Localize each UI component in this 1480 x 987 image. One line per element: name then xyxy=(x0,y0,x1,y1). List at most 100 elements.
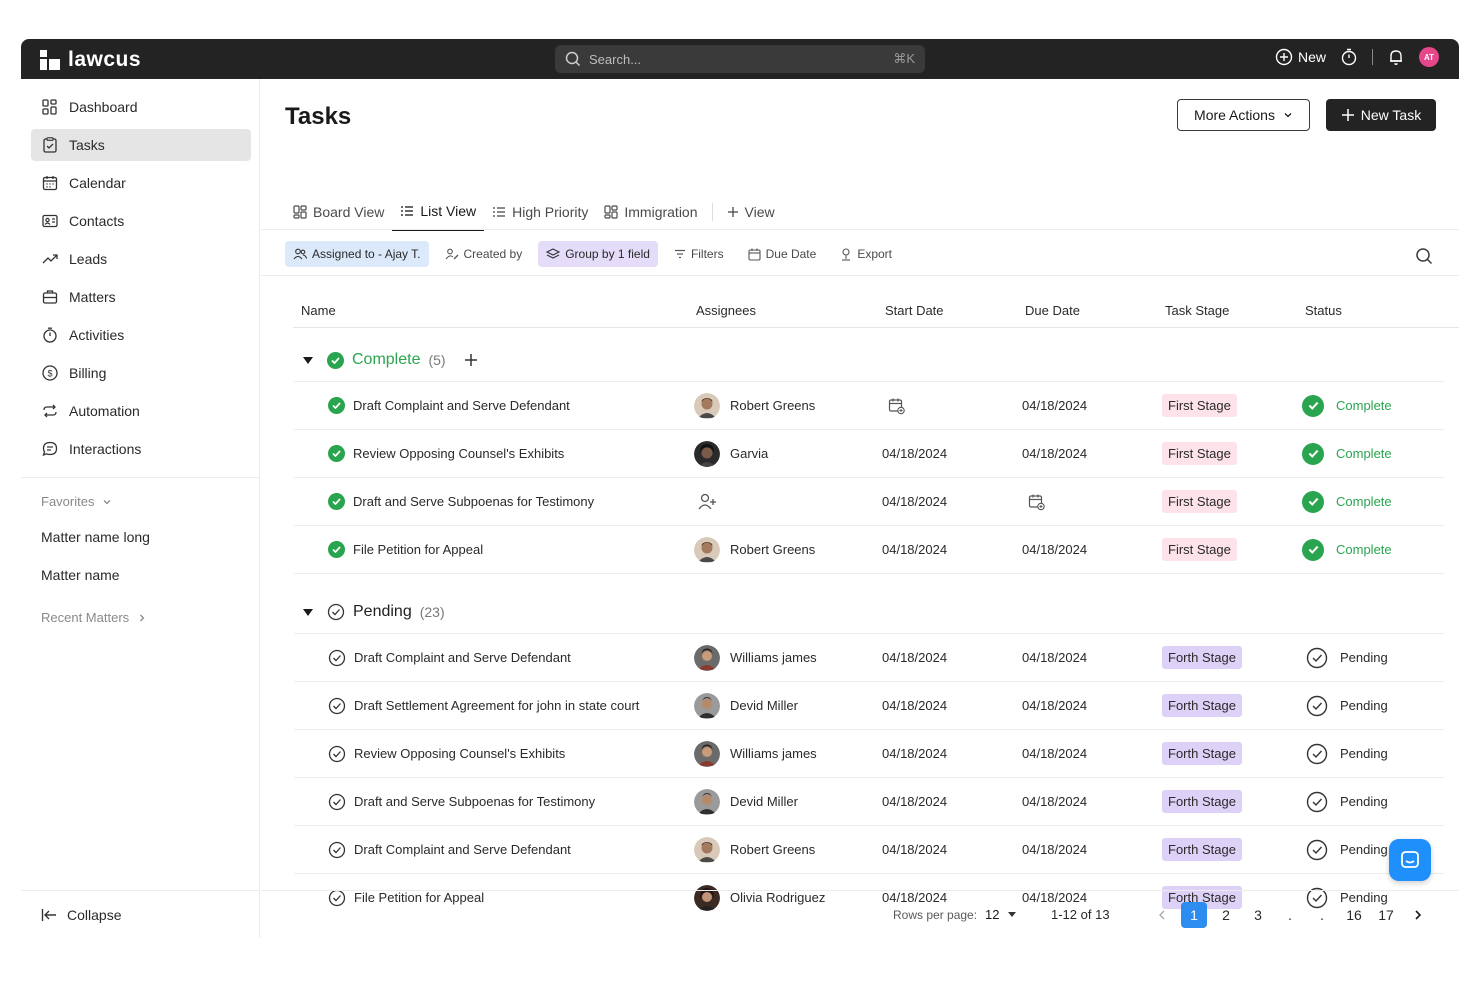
task-name[interactable]: Review Opposing Counsel's Exhibits xyxy=(353,446,564,461)
due-date-cell[interactable]: 04/18/2024 xyxy=(1022,730,1087,777)
export-button[interactable]: Export xyxy=(832,241,900,267)
tab-board-view[interactable]: Board View xyxy=(285,193,392,231)
global-search-input[interactable]: Search... ⌘K xyxy=(555,45,925,73)
group-header-pending[interactable]: Pending (23) xyxy=(303,600,445,624)
status-cell[interactable]: Pending xyxy=(1306,826,1388,873)
created-by-filter[interactable]: Created by xyxy=(437,241,531,267)
timer-icon[interactable] xyxy=(1340,48,1358,66)
start-date-cell[interactable]: 04/18/2024 xyxy=(882,826,947,873)
status-cell[interactable]: Pending xyxy=(1306,682,1388,729)
search-icon[interactable] xyxy=(1415,247,1433,265)
check-circle-icon[interactable] xyxy=(328,397,345,414)
table-row[interactable]: Review Opposing Counsel's Exhibits Garvi… xyxy=(294,429,1444,477)
user-avatar[interactable]: AT xyxy=(1419,47,1439,67)
check-circle-outline-icon[interactable] xyxy=(328,697,346,715)
assignee-cell[interactable]: Robert Greens xyxy=(694,526,815,573)
sidebar-item-dashboard[interactable]: Dashboard xyxy=(31,91,251,123)
task-name[interactable]: Review Opposing Counsel's Exhibits xyxy=(354,746,565,761)
assignee-cell[interactable]: Robert Greens xyxy=(694,826,815,873)
due-date-filter[interactable]: Due Date xyxy=(740,241,825,267)
task-stage-cell[interactable]: Forth Stage xyxy=(1162,682,1242,729)
check-circle-outline-icon[interactable] xyxy=(328,649,346,667)
task-name[interactable]: Draft Complaint and Serve Defendant xyxy=(353,398,570,413)
due-date-cell[interactable]: 04/18/2024 xyxy=(1022,826,1087,873)
sidebar-item-activities[interactable]: Activities xyxy=(31,319,251,351)
sidebar-item-tasks[interactable]: Tasks xyxy=(31,129,251,161)
calendar-add-icon[interactable] xyxy=(1028,493,1046,511)
start-date-cell[interactable]: 04/18/2024 xyxy=(882,634,947,681)
table-row[interactable]: File Petition for Appeal Robert Greens 0… xyxy=(294,525,1444,573)
caret-down-icon[interactable] xyxy=(1007,912,1016,917)
table-row[interactable]: Draft Complaint and Serve Defendant Robe… xyxy=(294,825,1444,873)
status-cell[interactable]: Complete xyxy=(1302,382,1392,429)
sidebar-item-leads[interactable]: Leads xyxy=(31,243,251,275)
task-stage-cell[interactable]: First Stage xyxy=(1162,430,1237,477)
task-stage-cell[interactable]: First Stage xyxy=(1162,478,1237,525)
task-name[interactable]: Draft Complaint and Serve Defendant xyxy=(354,842,571,857)
column-header-start-date[interactable]: Start Date xyxy=(885,303,944,318)
column-header-task-stage[interactable]: Task Stage xyxy=(1165,303,1229,318)
collapse-button[interactable]: Collapse xyxy=(21,890,260,938)
start-date-cell[interactable]: 04/18/2024 xyxy=(882,730,947,777)
rows-per-page-select[interactable]: 12 xyxy=(985,907,999,922)
task-stage-cell[interactable]: First Stage xyxy=(1162,382,1237,429)
tab-immigration[interactable]: Immigration xyxy=(596,193,705,231)
assignee-cell[interactable]: Williams james xyxy=(694,634,817,681)
tab-list-view[interactable]: List View xyxy=(392,193,485,231)
due-date-cell[interactable] xyxy=(1022,478,1046,525)
start-date-cell[interactable]: 04/18/2024 xyxy=(882,478,947,525)
task-stage-cell[interactable]: Forth Stage xyxy=(1162,826,1242,873)
task-name[interactable]: Draft Settlement Agreement for john in s… xyxy=(354,698,639,713)
due-date-cell[interactable]: 04/18/2024 xyxy=(1022,778,1087,825)
prev-page-icon[interactable] xyxy=(1149,902,1175,928)
caret-down-icon[interactable] xyxy=(303,608,313,616)
brand-logo[interactable]: lawcus xyxy=(40,48,141,72)
column-header-assignees[interactable]: Assignees xyxy=(696,303,756,318)
task-name[interactable]: Draft Complaint and Serve Defendant xyxy=(354,650,571,665)
caret-down-icon[interactable] xyxy=(303,356,313,364)
status-cell[interactable]: Pending xyxy=(1306,778,1388,825)
add-user-icon[interactable] xyxy=(697,492,717,512)
assignee-cell[interactable]: Williams james xyxy=(694,730,817,777)
start-date-cell[interactable]: 04/18/2024 xyxy=(882,526,947,573)
next-page-icon[interactable] xyxy=(1405,902,1431,928)
sidebar-item-contacts[interactable]: Contacts xyxy=(31,205,251,237)
task-stage-cell[interactable]: Forth Stage xyxy=(1162,778,1242,825)
due-date-cell[interactable]: 04/18/2024 xyxy=(1022,634,1087,681)
table-row[interactable]: Draft Complaint and Serve Defendant Will… xyxy=(294,633,1444,681)
table-row[interactable]: Draft and Serve Subpoenas for Testimony … xyxy=(294,477,1444,525)
due-date-cell[interactable]: 04/18/2024 xyxy=(1022,382,1087,429)
favorite-matter-link[interactable]: Matter name xyxy=(41,567,120,583)
check-circle-outline-icon[interactable] xyxy=(328,793,346,811)
table-row[interactable]: Draft and Serve Subpoenas for Testimony … xyxy=(294,777,1444,825)
column-header-status[interactable]: Status xyxy=(1305,303,1342,318)
page-button[interactable]: 3 xyxy=(1245,902,1271,928)
check-circle-outline-icon[interactable] xyxy=(328,841,346,859)
page-button[interactable]: 1 xyxy=(1181,902,1207,928)
start-date-cell[interactable]: 04/18/2024 xyxy=(882,430,947,477)
sidebar-item-interactions[interactable]: Interactions xyxy=(31,433,251,465)
more-actions-button[interactable]: More Actions xyxy=(1177,99,1310,131)
new-button[interactable]: New xyxy=(1275,48,1326,66)
support-chat-button[interactable] xyxy=(1389,839,1431,881)
sidebar-item-automation[interactable]: Automation xyxy=(31,395,251,427)
assignee-cell[interactable] xyxy=(694,478,727,525)
add-view-button[interactable]: View xyxy=(719,193,783,231)
calendar-add-icon[interactable] xyxy=(888,397,906,415)
status-cell[interactable]: Complete xyxy=(1302,526,1392,573)
start-date-cell[interactable] xyxy=(882,382,906,429)
task-stage-cell[interactable]: Forth Stage xyxy=(1162,634,1242,681)
column-header-name[interactable]: Name xyxy=(301,303,336,318)
group-header-complete[interactable]: Complete (5) xyxy=(303,348,478,372)
due-date-cell[interactable]: 04/18/2024 xyxy=(1022,526,1087,573)
table-row[interactable]: Draft Complaint and Serve Defendant Robe… xyxy=(294,381,1444,429)
status-cell[interactable]: Complete xyxy=(1302,430,1392,477)
task-name[interactable]: File Petition for Appeal xyxy=(353,542,483,557)
tab-high-priority[interactable]: High Priority xyxy=(484,193,596,231)
check-circle-icon[interactable] xyxy=(328,445,345,462)
assignee-cell[interactable]: Garvia xyxy=(694,430,768,477)
page-button[interactable]: 17 xyxy=(1373,902,1399,928)
task-name[interactable]: Draft and Serve Subpoenas for Testimony xyxy=(353,494,594,509)
plus-icon[interactable] xyxy=(464,353,478,367)
new-task-button[interactable]: New Task xyxy=(1326,99,1436,131)
